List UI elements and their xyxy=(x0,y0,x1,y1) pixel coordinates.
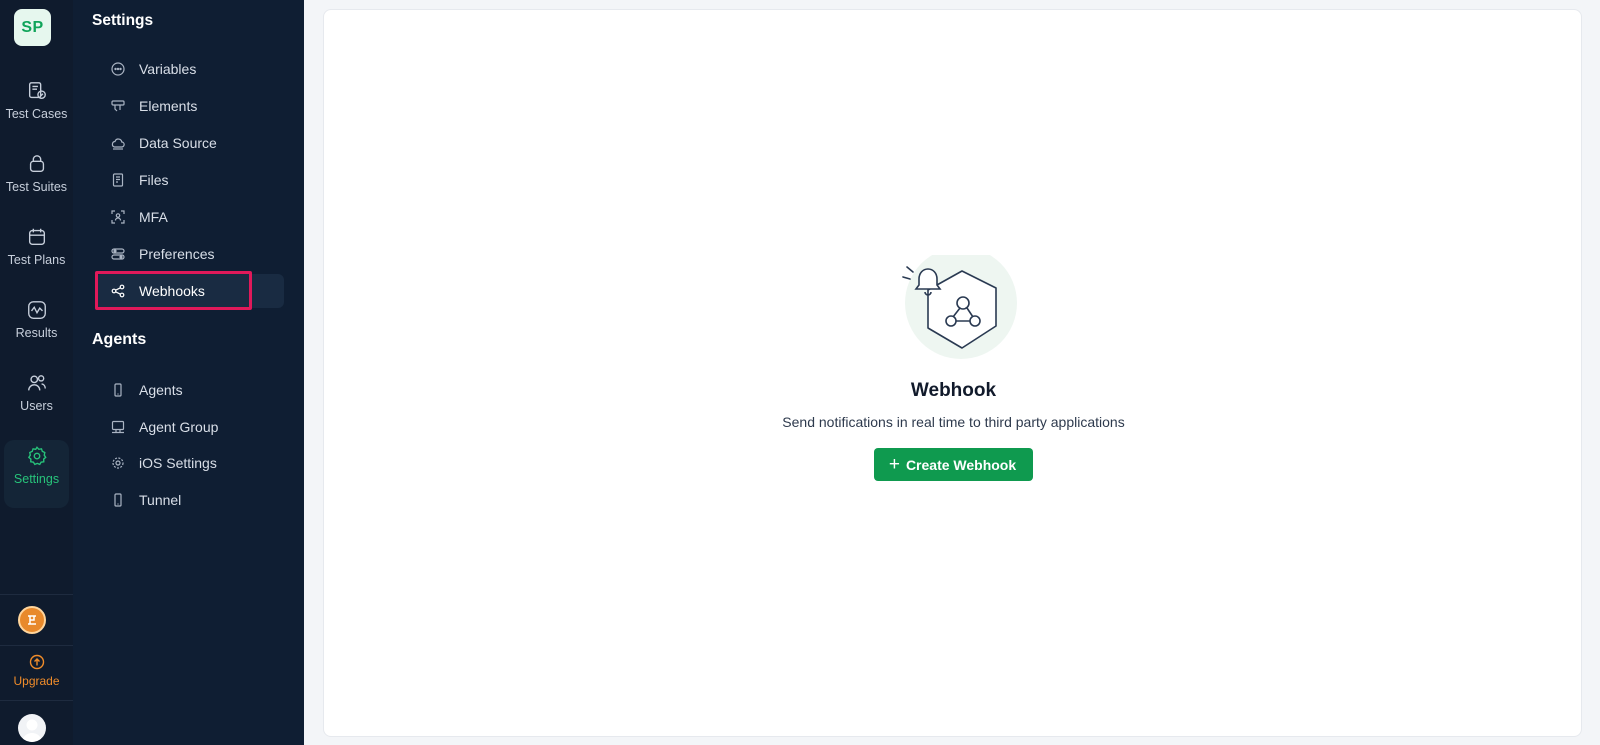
nav-item-label: Agent Group xyxy=(139,419,219,435)
nav-item-ios-settings[interactable]: iOS Settings xyxy=(95,446,357,480)
mobile-icon xyxy=(114,383,122,397)
rail-divider xyxy=(0,700,73,701)
nav-item-label: iOS Settings xyxy=(139,455,217,471)
workspace-logo[interactable]: SP xyxy=(14,9,51,46)
rail-item-label: Test Plans xyxy=(7,253,66,267)
nav-item-files[interactable]: Files xyxy=(95,163,357,197)
upgrade-button[interactable]: Upgrade xyxy=(0,654,73,688)
mfa-icon xyxy=(111,210,125,224)
gear-icon xyxy=(112,457,124,469)
test-plans-icon xyxy=(28,228,45,246)
nav-item-label: MFA xyxy=(139,209,168,225)
rail-item-test-suites[interactable]: Test Suites xyxy=(0,149,73,215)
rail-divider xyxy=(0,594,73,595)
desktop-icon xyxy=(111,420,125,434)
rail-item-settings[interactable]: Settings xyxy=(4,440,69,508)
rail-item-label: Results xyxy=(15,326,58,340)
nav-item-label: Data Source xyxy=(139,135,217,151)
empty-state: Webhook Send notifications in real time … xyxy=(324,247,1583,481)
test-suites-icon xyxy=(29,155,44,173)
nav-item-data-source[interactable]: Data Source xyxy=(95,126,357,160)
test-cases-icon xyxy=(28,82,46,100)
results-icon xyxy=(27,301,46,319)
avatar[interactable] xyxy=(18,714,46,742)
nav-item-agent-group[interactable]: Agent Group xyxy=(95,410,357,444)
left-rail: SP Test Cases Test Suites Test Plans Res… xyxy=(0,0,73,745)
settings-icon xyxy=(27,446,47,466)
create-webhook-label: Create Webhook xyxy=(905,456,1017,473)
rail-item-users[interactable]: Users xyxy=(0,368,73,434)
mobile-icon xyxy=(114,493,122,507)
agents-section-title: Agents xyxy=(92,331,147,348)
rail-divider xyxy=(0,645,73,646)
nav-item-agents[interactable]: Agents xyxy=(95,373,357,407)
webhook-illustration-icon xyxy=(889,247,1019,365)
nav-item-elements[interactable]: Elements xyxy=(95,89,357,123)
nav-item-label: Webhooks xyxy=(139,283,205,299)
nav-item-webhooks[interactable]: Webhooks xyxy=(95,274,284,308)
users-icon xyxy=(27,375,46,391)
plus-icon: + xyxy=(888,454,900,475)
create-webhook-button[interactable]: + Create Webhook xyxy=(873,448,1034,481)
rail-item-test-plans[interactable]: Test Plans xyxy=(0,222,73,288)
main-content: Webhook Send notifications in real time … xyxy=(323,9,1582,737)
rail-item-label: Test Cases xyxy=(5,107,68,121)
preferences-icon xyxy=(111,248,125,260)
nav-item-tunnel[interactable]: Tunnel xyxy=(95,483,357,517)
empty-state-title: Webhook xyxy=(910,380,997,401)
rail-item-test-cases[interactable]: Test Cases xyxy=(0,76,73,142)
upgrade-arrow-icon xyxy=(29,654,44,670)
empty-state-description: Send notifications in real time to third… xyxy=(782,414,1125,430)
rail-item-label: Settings xyxy=(13,472,60,486)
settings-panel: Settings Variables Elements Data Source … xyxy=(73,0,304,745)
nav-item-label: Variables xyxy=(139,61,197,77)
nav-item-label: Files xyxy=(139,172,169,188)
nav-item-mfa[interactable]: MFA xyxy=(95,200,357,234)
rail-item-results[interactable]: Results xyxy=(0,295,73,361)
cloud-icon xyxy=(111,138,125,150)
file-icon xyxy=(112,173,124,187)
credits-coin-icon[interactable] xyxy=(18,606,46,634)
nav-item-label: Tunnel xyxy=(139,492,182,508)
rail-item-label: Test Suites xyxy=(5,180,68,194)
share-icon xyxy=(111,284,125,298)
rail-item-label: Users xyxy=(20,399,53,413)
nav-item-label: Elements xyxy=(139,98,198,114)
nav-item-variables[interactable]: Variables xyxy=(95,52,357,86)
nav-item-label: Agents xyxy=(139,382,183,398)
nav-item-preferences[interactable]: Preferences xyxy=(95,237,357,271)
settings-section-title: Settings xyxy=(92,12,154,29)
variables-icon xyxy=(111,62,125,76)
nav-item-label: Preferences xyxy=(139,246,215,262)
elements-icon xyxy=(111,100,125,112)
upgrade-label: Upgrade xyxy=(13,674,60,688)
